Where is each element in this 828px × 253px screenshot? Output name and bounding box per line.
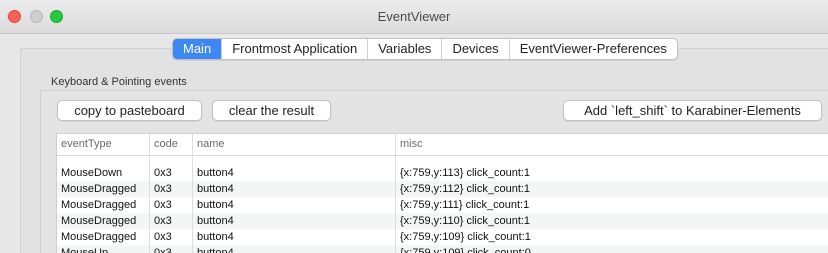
table-row[interactable]: MouseDragged 0x3 button4 {x:759,y:112} c… [57, 181, 828, 197]
table-row[interactable]: MouseDragged 0x3 button4 {x:759,y:111} c… [57, 197, 828, 213]
tab-devices[interactable]: Devices [441, 39, 508, 59]
tab-variables[interactable]: Variables [367, 39, 441, 59]
cell-code: 0x3 [150, 181, 193, 197]
group-label: Keyboard & Pointing events [51, 76, 187, 88]
table-top-gap [57, 156, 828, 165]
cell-code: 0x3 [150, 245, 193, 253]
tab-frontmost-application[interactable]: Frontmost Application [221, 39, 367, 59]
cell-eventtype: MouseDragged [57, 229, 150, 245]
tab-eventviewer-preferences[interactable]: EventViewer-Preferences [508, 39, 677, 59]
table-header: eventType code name misc [57, 134, 828, 156]
cell-misc: {x:759,y:113} click_count:1 [400, 167, 531, 179]
cell-code: 0x3 [150, 165, 193, 181]
cell-code: 0x3 [150, 197, 193, 213]
cell-name: button4 [193, 213, 396, 229]
copy-to-pasteboard-button[interactable]: copy to pasteboard [57, 100, 202, 121]
cell-misc: {x:759,y:111} click_count:1 [400, 199, 530, 211]
table-cell [193, 156, 396, 165]
cell-name: button4 [193, 229, 396, 245]
clear-result-button[interactable]: clear the result [212, 100, 331, 121]
add-to-karabiner-button[interactable]: Add `left_shift` to Karabiner-Elements [563, 100, 822, 121]
column-header-code[interactable]: code [150, 134, 193, 155]
column-header-misc[interactable]: misc [396, 134, 828, 155]
table-cell [150, 156, 193, 165]
column-header-eventtype[interactable]: eventType [57, 134, 150, 155]
cell-name: button4 [193, 181, 396, 197]
cell-name: button4 [193, 165, 396, 181]
cell-misc: {x:759,y:110} click_count:1 [400, 215, 531, 227]
cell-code: 0x3 [150, 229, 193, 245]
table-row[interactable]: MouseDragged 0x3 button4 {x:759,y:109} c… [57, 229, 828, 245]
table-row[interactable]: MouseUp 0x3 button4 {x:759,y:109} click_… [57, 245, 828, 253]
cell-eventtype: MouseDown [57, 165, 150, 181]
cell-name: button4 [193, 197, 396, 213]
cell-eventtype: MouseDragged [57, 213, 150, 229]
cell-code: 0x3 [150, 213, 193, 229]
cell-eventtype: MouseUp [57, 245, 150, 253]
table-cell [57, 156, 150, 165]
events-table[interactable]: eventType code name misc MouseDown 0x3 b… [56, 133, 828, 253]
cell-misc: {x:759,y:109} click_count:0 [400, 247, 531, 253]
table-row[interactable]: MouseDown 0x3 button4 {x:759,y:113} clic… [57, 165, 828, 181]
cell-misc: {x:759,y:112} click_count:1 [400, 183, 531, 195]
cell-misc: {x:759,y:109} click_count:1 [400, 231, 531, 243]
title-bar: EventViewer [0, 0, 828, 34]
tab-bar: Main Frontmost Application Variables Dev… [172, 38, 678, 60]
table-cell [396, 156, 828, 165]
window-title: EventViewer [377, 9, 451, 24]
column-header-name[interactable]: name [193, 134, 396, 155]
table-row[interactable]: MouseDragged 0x3 button4 {x:759,y:110} c… [57, 213, 828, 229]
cell-eventtype: MouseDragged [57, 197, 150, 213]
tab-main[interactable]: Main [173, 39, 222, 59]
cell-name: button4 [193, 245, 396, 253]
cell-eventtype: MouseDragged [57, 181, 150, 197]
